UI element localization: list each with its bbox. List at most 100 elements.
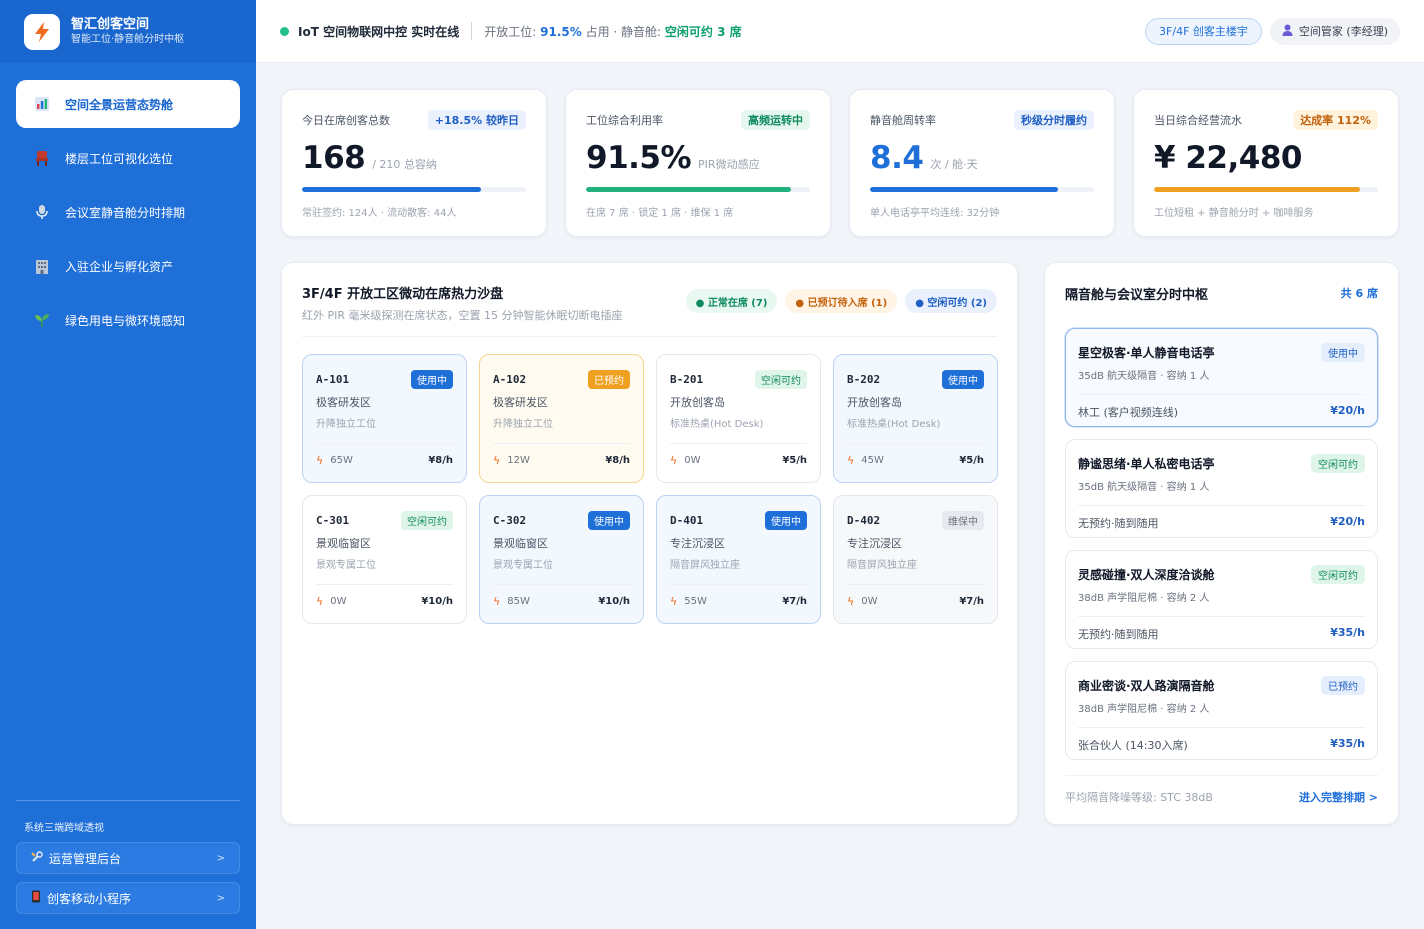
seat-card[interactable]: B-202 使用中 开放创客岛 标准热桌(Hot Desk) ϟ 45W ¥5/h: [833, 354, 998, 483]
seat-card[interactable]: A-102 已预约 极客研发区 升降独立工位 ϟ 12W ¥8/h: [479, 354, 644, 483]
pod-user: 张合伙人 (14:30入席): [1078, 739, 1188, 752]
microphone-icon: [34, 204, 50, 220]
kpi-unit: / 210 总容纳: [372, 158, 437, 171]
pod-status-badge: 空闲可约: [1311, 453, 1365, 473]
kpi-footnote: 在席 7 席 · 锁定 1 席 · 维保 1 席: [586, 208, 734, 219]
seat-type: 标准热桌(Hot Desk): [847, 419, 941, 430]
seat-card[interactable]: C-302 使用中 景观临窗区 景观专属工位 ϟ 85W ¥10/h: [479, 495, 644, 624]
nav-item-seat-map[interactable]: 楼层工位可视化选位: [16, 134, 240, 182]
seat-price: ¥7/h: [959, 596, 984, 607]
ops-admin-link[interactable]: 运营管理后台 >: [16, 842, 240, 874]
kpi-title: 当日综合经营流水: [1154, 114, 1242, 127]
kpi-progress-fill: [586, 187, 791, 192]
sprout-icon: [34, 312, 50, 328]
seat-card[interactable]: D-401 使用中 专注沉浸区 隔音屏风独立座 ϟ 55W ¥7/h: [656, 495, 821, 624]
seat-status-badge: 使用中: [765, 510, 807, 530]
nav-item-label: 楼层工位可视化选位: [65, 151, 174, 166]
user-icon: [1282, 24, 1293, 39]
kpi-badge: 高频运转中: [741, 110, 810, 130]
seat-price: ¥7/h: [782, 596, 807, 607]
seat-zone: 极客研发区: [493, 396, 548, 409]
kpi-card-pod-turnover: 静音舱周转率 秒级分时履约 8.4 次 / 舱·天 单人电话亭平均连线: 32分钟: [849, 89, 1115, 237]
seat-card[interactable]: D-402 维保中 专注沉浸区 隔音屏风独立座 ϟ 0W ¥7/h: [833, 495, 998, 624]
seat-price: ¥5/h: [959, 455, 984, 466]
seat-price: ¥10/h: [421, 596, 453, 607]
kpi-card-members: 今日在席创客总数 +18.5% 较昨日 168 / 210 总容纳 常驻签约: 12…: [281, 89, 547, 237]
seat-id: A-101: [316, 372, 350, 386]
bolt-icon: ϟ: [847, 595, 855, 608]
seat-id: D-401: [670, 513, 704, 527]
pod-status-badge: 已预约: [1321, 675, 1365, 695]
pod-spec: 38dB 声学阻尼棉 · 容纳 2 人: [1078, 704, 1210, 715]
sidebar: 智汇创客空间 智能工位·静音舱分时中枢 空间全景运营态势舱 楼层工位可视化选位 …: [0, 0, 256, 929]
pod-card[interactable]: 商业密谈·双人路演隔音舱 已预约 38dB 声学阻尼棉 · 容纳 2 人 张合伙人…: [1065, 661, 1378, 760]
bolt-icon: ϟ: [670, 595, 678, 608]
kpi-badge: 秒级分时履约: [1014, 110, 1094, 130]
kpi-value: 91.5%: [586, 140, 692, 176]
kpi-footnote: 工位短租 + 静音舱分时 + 咖啡服务: [1154, 208, 1314, 219]
seat-card[interactable]: A-101 使用中 极客研发区 升降独立工位 ϟ 65W ¥8/h: [302, 354, 467, 483]
pod-card[interactable]: 星空极客·单人静音电话亭 使用中 35dB 航天级隔音 · 容纳 1 人 林工 (…: [1065, 328, 1378, 427]
full-schedule-link[interactable]: 进入完整排期 >: [1299, 789, 1378, 805]
seat-status-badge: 空闲可约: [755, 369, 807, 389]
pod-user: 无预约·随到随用: [1078, 517, 1159, 530]
nav-item-label: 会议室静音舱分时排期: [65, 205, 186, 220]
mini-program-link[interactable]: 创客移动小程序 >: [16, 882, 240, 914]
building-icon: [34, 258, 50, 274]
kpi-footnote: 常驻签约: 124人 · 流动散客: 44人: [302, 208, 457, 219]
nav-item-room-schedule[interactable]: 会议室静音舱分时排期: [16, 188, 240, 236]
seat-power: 0W: [330, 596, 347, 607]
pod-status-badge: 使用中: [1321, 342, 1365, 362]
kpi-progress: [302, 187, 526, 192]
kpi-unit: PIR微动感应: [698, 158, 760, 171]
pod-spec: 38dB 声学阻尼棉 · 容纳 2 人: [1078, 593, 1210, 604]
bolt-icon: ϟ: [316, 454, 324, 467]
kpi-footnote: 单人电话亭平均连线: 32分钟: [870, 208, 1000, 219]
seat-id: B-201: [670, 372, 704, 386]
mini-program-label: 创客移动小程序: [47, 891, 132, 906]
pod-card[interactable]: 静谧思绪·单人私密电话亭 空闲可约 35dB 航天级隔音 · 容纳 1 人 无预约…: [1065, 439, 1378, 538]
pods-panel-footer: 平均隔音降噪等级: STC 38dB 进入完整排期 >: [1065, 775, 1378, 805]
floor-selector[interactable]: 3F/4F 创客主楼宇: [1145, 17, 1262, 45]
seat-card[interactable]: C-301 空闲可约 景观临窗区 景观专属工位 ϟ 0W ¥10/h: [302, 495, 467, 624]
bolt-icon: ϟ: [847, 454, 855, 467]
seat-power: 45W: [861, 455, 884, 466]
seat-type: 景观专属工位: [493, 560, 553, 571]
main-nav: 空间全景运营态势舱 楼层工位可视化选位 会议室静音舱分时排期 入驻企业与孵化资产…: [0, 63, 256, 344]
top-header: IoT 空间物联网中控 实时在线 开放工位: 91.5% 占用 · 静音舱: 空…: [256, 0, 1424, 63]
kpi-value: 8.4: [870, 140, 924, 176]
pod-price: ¥20/h: [1330, 515, 1365, 528]
iot-status: IoT 空间物联网中控 实时在线: [298, 24, 460, 39]
bar-chart-icon: [34, 96, 50, 112]
pod-price: ¥20/h: [1330, 404, 1365, 417]
kpi-progress: [870, 187, 1094, 192]
seat-power: 0W: [684, 455, 701, 466]
bolt-icon: ϟ: [493, 454, 501, 467]
seat-status-badge: 使用中: [411, 369, 453, 389]
pod-name: 静谧思绪·单人私密电话亭: [1078, 456, 1215, 471]
heatmap-legend: ● 正常在席 (7) ● 已预订待入席 (1) ● 空闲可约 (2): [678, 289, 997, 313]
cross-terminal-title: 系统三端跨域透视: [24, 823, 104, 834]
nav-item-green-energy[interactable]: 绿色用电与微环境感知: [16, 296, 240, 344]
brand[interactable]: 智汇创客空间 智能工位·静音舱分时中枢: [0, 0, 256, 63]
seat-type: 标准热桌(Hot Desk): [670, 419, 764, 430]
chevron-right-icon: >: [216, 852, 225, 864]
legend-occupied[interactable]: ● 正常在席 (7): [685, 289, 778, 313]
legend-available[interactable]: ● 空闲可约 (2): [905, 289, 997, 313]
pod-spec: 35dB 航天级隔音 · 容纳 1 人: [1078, 482, 1210, 493]
header-metrics: 开放工位: 91.5% 占用 · 静音舱: 空闲可约 3 席: [484, 23, 741, 40]
pod-card[interactable]: 灵感碰撞·双人深度洽谈舱 空闲可约 38dB 声学阻尼棉 · 容纳 2 人 无预约…: [1065, 550, 1378, 649]
heatmap-title: 3F/4F 开放工区微动在席热力沙盘: [302, 287, 504, 302]
kpi-card-utilization: 工位综合利用率 高频运转中 91.5% PIR微动感应 在席 7 席 · 锁定 1 …: [565, 89, 831, 237]
seat-card[interactable]: B-201 空闲可约 开放创客岛 标准热桌(Hot Desk) ϟ 0W ¥5/h: [656, 354, 821, 483]
legend-booked[interactable]: ● 已预订待入席 (1): [785, 289, 898, 313]
nav-item-companies[interactable]: 入驻企业与孵化资产: [16, 242, 240, 290]
seat-price: ¥5/h: [782, 455, 807, 466]
kpi-unit: 次 / 舱·天: [930, 158, 978, 171]
pod-user: 林工 (客户视频连线): [1078, 406, 1179, 419]
kpi-title: 工位综合利用率: [586, 114, 663, 127]
nav-item-overview[interactable]: 空间全景运营态势舱: [16, 80, 240, 128]
chair-icon: [34, 150, 50, 166]
kpi-progress-fill: [1154, 187, 1361, 192]
user-menu[interactable]: 空间管家 (李经理): [1269, 17, 1400, 45]
